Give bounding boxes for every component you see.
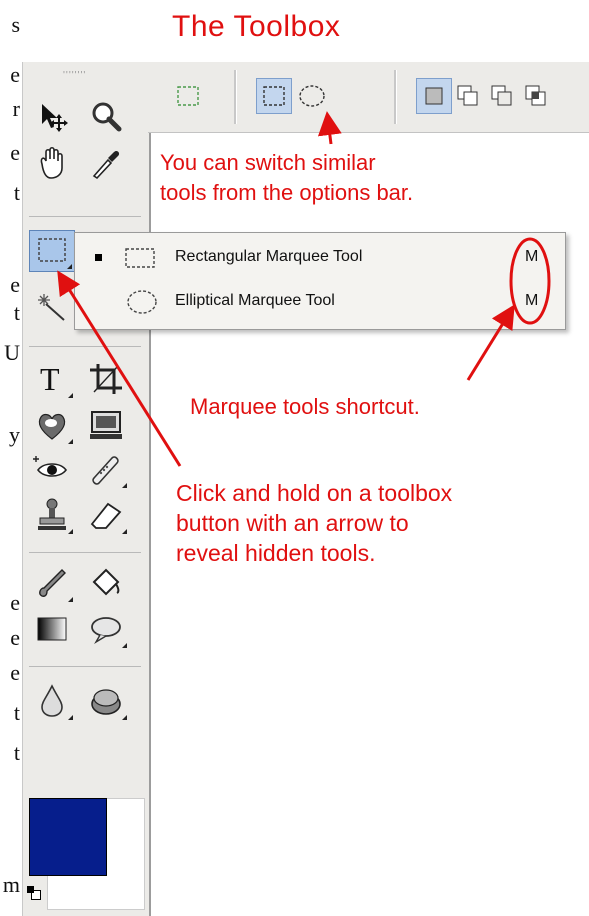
shortcut-arrow xyxy=(466,304,515,381)
marquee-tool-arrow xyxy=(57,270,182,467)
annotation-arrows-overlay xyxy=(57,111,551,467)
shortcut-circle-highlight xyxy=(509,237,551,325)
options-bar-arrow xyxy=(317,111,342,145)
